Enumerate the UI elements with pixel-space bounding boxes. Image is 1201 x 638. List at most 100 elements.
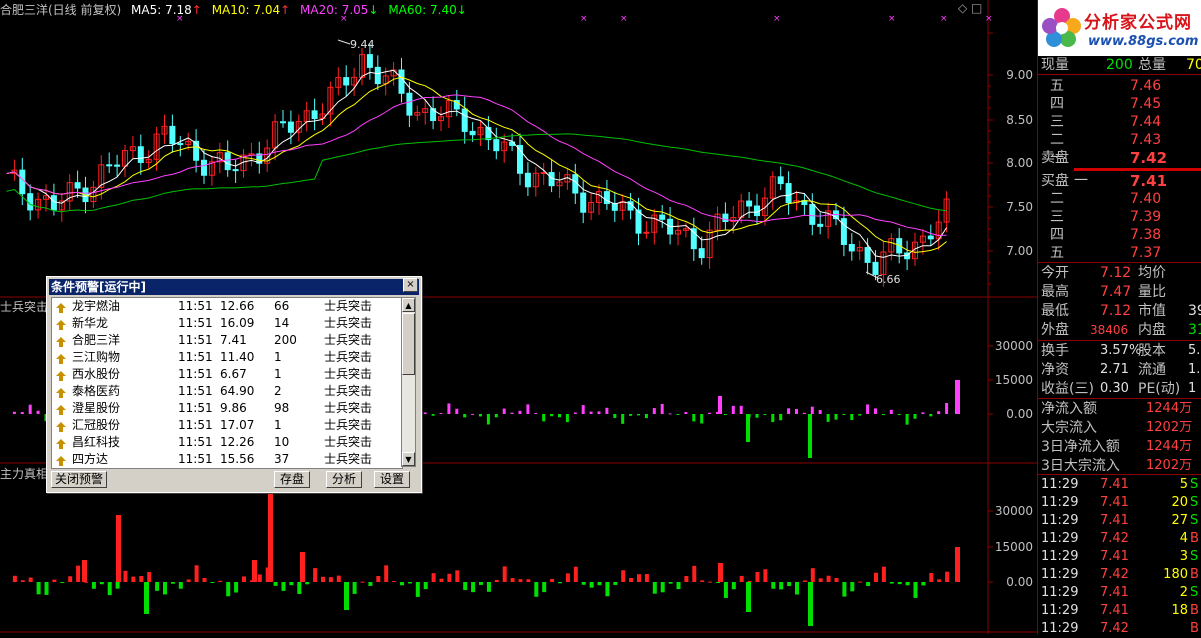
alert-dialog: 条件预警[运行中] × 龙宇燃油 11:51 12.66 66 士兵突击 新华龙 11:51… — [46, 276, 422, 493]
indicator2-bar — [874, 572, 878, 582]
alert-time: 11:51 — [178, 384, 213, 398]
dialog-close-button[interactable]: × — [403, 278, 418, 292]
tick-price: 7.41 — [1100, 549, 1129, 564]
scroll-down-icon[interactable]: ▼ — [402, 452, 415, 466]
close-alert-button[interactable]: 关闭预警 — [51, 471, 107, 488]
bid-price: 7.40 — [1130, 191, 1162, 207]
low-price-label: 6.66 — [876, 273, 901, 286]
candle-body — [493, 139, 500, 152]
ma20-value: MA20: 7.05 — [300, 3, 369, 17]
alert-row[interactable]: 澄星股份 11:51 9.86 98 士兵突击 — [52, 400, 402, 417]
indicator2-bar — [755, 571, 760, 582]
indicator2-bar — [510, 578, 515, 582]
alert-volume: 14 — [274, 316, 290, 330]
candle-body — [106, 164, 113, 167]
alert-row[interactable]: 西水股份 11:51 6.67 1 士兵突击 — [52, 366, 402, 383]
ma5-value: MA5: 7.18 — [131, 3, 192, 17]
indicator2-bar — [905, 582, 910, 586]
flow-value: 1244万 — [1146, 439, 1193, 454]
indicator2-bar — [573, 566, 578, 582]
price-axis-label: 8.00 — [1006, 156, 1033, 170]
candle-body — [643, 231, 650, 234]
indicator2-bar — [858, 581, 863, 583]
alert-row[interactable]: 合肥三洋 11:51 7.41 200 士兵突击 — [52, 332, 402, 349]
indicator2-bar — [676, 582, 681, 590]
alert-row[interactable]: 昌红科技 11:51 12.26 10 士兵突击 — [52, 434, 402, 451]
stat-label: 市值 — [1138, 303, 1166, 319]
indicator1-bar — [660, 403, 664, 414]
indicator2-bar — [131, 576, 136, 582]
indicator2-bar — [415, 582, 420, 597]
alert-time: 11:51 — [178, 299, 213, 313]
scroll-thumb[interactable] — [402, 313, 415, 375]
indicator1-bar — [471, 413, 475, 415]
indicator1-bar — [708, 412, 712, 414]
tick-side: B — [1190, 567, 1199, 582]
indicator2-bar — [384, 565, 389, 582]
alert-stock-name: 四方达 — [72, 452, 109, 466]
analyze-button[interactable]: 分析 — [326, 471, 362, 488]
alert-row[interactable]: 汇冠股份 11:51 17.07 1 士兵突击 — [52, 417, 402, 434]
tick-volume: 5 — [1179, 477, 1188, 492]
indicator2-bar — [739, 575, 744, 582]
alert-stock-name: 泰格医药 — [72, 384, 121, 398]
bid-row: 五 7.37 — [1038, 244, 1201, 262]
candle-body — [698, 248, 705, 259]
indicator2-bar — [613, 582, 618, 585]
indicator1-axis-label: 15000 — [995, 373, 1033, 387]
candle-body — [817, 223, 824, 227]
indicator1-bar — [652, 408, 656, 414]
indicator2-bar — [28, 577, 33, 582]
alert-row[interactable]: 三江购物 11:51 11.40 1 士兵突击 — [52, 349, 402, 366]
settings-button[interactable]: 设置 — [374, 471, 410, 488]
indicator2-bar — [202, 577, 207, 582]
candle-body — [366, 54, 373, 68]
alert-row[interactable]: 四方达 11:51 15.56 37 士兵突击 — [52, 451, 402, 468]
tick-row: 11:29 7.42 180 B — [1038, 566, 1201, 584]
alert-time: 11:51 — [178, 418, 213, 432]
fin-row: 净资 2.71 流通 1.9 — [1038, 361, 1201, 379]
alert-list[interactable]: 龙宇燃油 11:51 12.66 66 士兵突击 新华龙 11:51 16.09 14 士兵突击合… — [51, 297, 403, 469]
indicator2-bar — [486, 582, 491, 592]
alert-row[interactable]: 新华龙 11:51 16.09 14 士兵突击 — [52, 315, 402, 332]
bid-price: 7.39 — [1130, 209, 1162, 225]
scroll-up-icon[interactable]: ▲ — [402, 298, 415, 312]
candle-body — [287, 121, 294, 133]
ask-level-label: 四 — [1050, 96, 1064, 112]
indicator2-bar — [352, 582, 357, 594]
tick-price: 7.42 — [1100, 531, 1129, 546]
indicator2-bar — [684, 575, 689, 582]
alert-row[interactable]: 泰格医药 11:51 64.90 2 士兵突击 — [52, 383, 402, 400]
indicator2-bar — [779, 582, 784, 590]
indicator1-bar — [597, 411, 601, 414]
indicator2-bar — [242, 576, 246, 582]
indicator1-bar — [874, 408, 877, 414]
indicator1-bar — [479, 414, 482, 417]
tick-side: S — [1190, 585, 1199, 600]
save-button[interactable]: 存盘 — [274, 471, 310, 488]
alert-price: 12.26 — [220, 435, 255, 449]
bid-row: 四 7.38 — [1038, 226, 1201, 244]
tick-time: 11:29 — [1041, 495, 1079, 510]
indicator2-bar — [692, 565, 697, 582]
fin-label: 流通 — [1138, 362, 1166, 378]
indicator1-bar — [573, 412, 577, 414]
bid-level-label: 二 — [1050, 191, 1064, 207]
alert-list-scrollbar[interactable]: ▲ ▼ — [401, 297, 416, 467]
price-axis-label: 9.00 — [1006, 68, 1033, 82]
alert-stock-name: 西水股份 — [72, 367, 121, 381]
tick-time: 11:29 — [1041, 549, 1079, 564]
chart-controls[interactable]: ◇ □ — [958, 1, 982, 15]
indicator1-bar — [779, 414, 783, 421]
sell-row: 卖盘 — [1038, 149, 1201, 167]
quote-panel: 分析家公式网 www.88gs.com 现量 200 总量 70 五 7.46 四 7… — [1037, 0, 1201, 636]
alert-row[interactable]: 龙宇燃油 11:51 12.66 66 士兵突击 — [52, 298, 402, 315]
indicator2-bar — [937, 579, 942, 582]
indicator1-bar — [20, 412, 24, 414]
indicator2-bar — [376, 575, 381, 582]
indicator2-bar — [818, 578, 823, 582]
indicator2-bar — [731, 582, 736, 590]
candle-body — [722, 213, 729, 222]
ask-price: 7.43 — [1130, 132, 1162, 148]
ma60-line — [6, 133, 947, 213]
